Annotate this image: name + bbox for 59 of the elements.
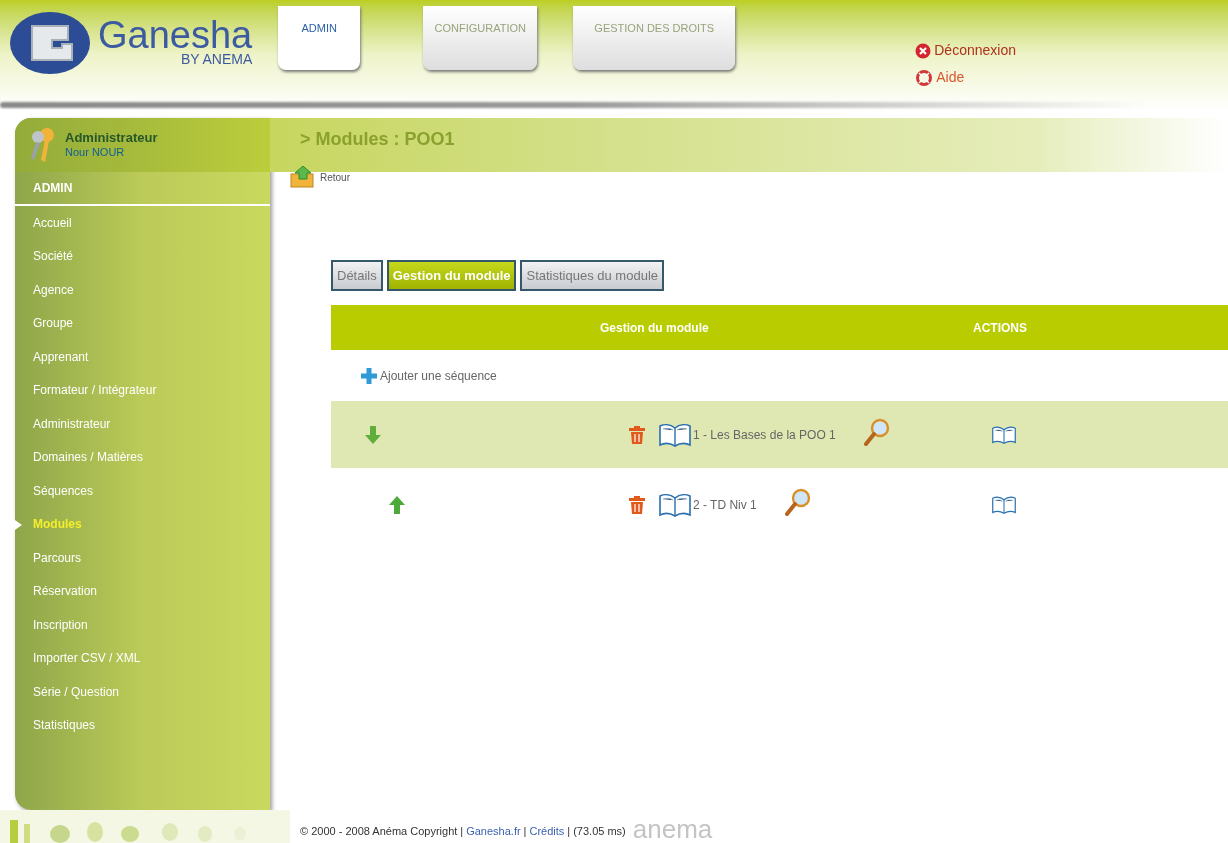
tab[interactable]: Statistiques du module	[520, 260, 664, 291]
arrow-up-icon	[389, 495, 405, 514]
column-header: Gestion du module	[599, 319, 710, 337]
separator: |	[523, 824, 527, 840]
magnifier-icon	[863, 417, 890, 446]
help-link[interactable]: Aide	[915, 67, 1016, 88]
sidebar-item[interactable]: Statistiques	[33, 716, 96, 735]
logo-tagline: BY ANEMA	[180, 52, 253, 66]
trash-icon	[629, 495, 645, 514]
sidebar-item[interactable]: Parcours	[33, 548, 82, 567]
sequence-name: 1 - Les Bases de la POO 1	[693, 426, 836, 444]
close-icon	[915, 42, 932, 59]
sidebar-item[interactable]: Administrateur	[33, 414, 111, 433]
column-header: ACTIONS	[973, 319, 1027, 337]
book-icon	[659, 492, 691, 517]
sidebar-section-title: ADMIN	[33, 180, 73, 197]
sequence-name: 2 - TD Niv 1	[693, 496, 757, 514]
sidebar-item[interactable]: Apprenant	[33, 347, 89, 366]
plus-icon	[361, 368, 377, 384]
top-tab[interactable]: CONFIGURATION	[423, 6, 538, 70]
top-tab[interactable]: ADMIN	[278, 6, 361, 70]
logout-link[interactable]: Déconnexion	[915, 40, 1016, 61]
add-sequence-link[interactable]: Ajouter une séquence	[361, 362, 497, 390]
pointer-icon	[12, 517, 22, 532]
lifebuoy-icon	[915, 69, 934, 86]
sidebar-item[interactable]: Série / Question	[33, 682, 120, 701]
user-role: Administrateur	[65, 130, 158, 147]
sidebar-item[interactable]: Formateur / Intégrateur	[33, 381, 157, 400]
folder-up-icon	[290, 166, 316, 188]
back-link[interactable]: Retour	[290, 166, 350, 188]
magnifier-icon	[784, 487, 811, 516]
copyright-text: © 2000 - 2008 Anéma Copyright	[300, 824, 458, 840]
sidebar-item[interactable]: Inscription	[33, 615, 88, 634]
sidebar-item[interactable]: Société	[33, 247, 74, 266]
footer-link[interactable]: Crédits	[529, 823, 565, 840]
page-title: > Modules : POO1	[300, 127, 455, 151]
arrow-down-icon	[365, 425, 381, 444]
book-icon	[992, 495, 1016, 514]
trash-icon	[629, 425, 645, 444]
sidebar-item[interactable]: Réservation	[33, 582, 98, 601]
sidebar-item[interactable]: Importer CSV / XML	[33, 649, 141, 668]
book-icon	[659, 422, 691, 447]
sidebar-item[interactable]: Séquences	[33, 481, 94, 500]
tab[interactable]: Détails	[331, 260, 383, 291]
top-tab[interactable]: GESTION DES DROITS	[573, 6, 736, 70]
timing-text: (73.05 ms)	[573, 824, 626, 840]
tab[interactable]: Gestion du module	[386, 260, 517, 291]
separator: |	[567, 824, 571, 840]
separator: |	[460, 824, 464, 840]
sidebar-item[interactable]: Domaines / Matières	[33, 448, 144, 467]
logo-text: Ganesha	[98, 16, 253, 54]
footer-logo: anema	[632, 815, 713, 842]
footer-link[interactable]: Ganesha.fr	[466, 823, 521, 840]
sidebar-item[interactable]: Groupe	[33, 314, 74, 333]
sidebar-item[interactable]: Accueil	[33, 213, 72, 232]
sidebar-item[interactable]: Agence	[33, 280, 74, 299]
sidebar-item[interactable]: Modules	[33, 515, 82, 534]
user-name: Nour NOUR	[65, 146, 126, 160]
book-icon	[992, 425, 1016, 444]
